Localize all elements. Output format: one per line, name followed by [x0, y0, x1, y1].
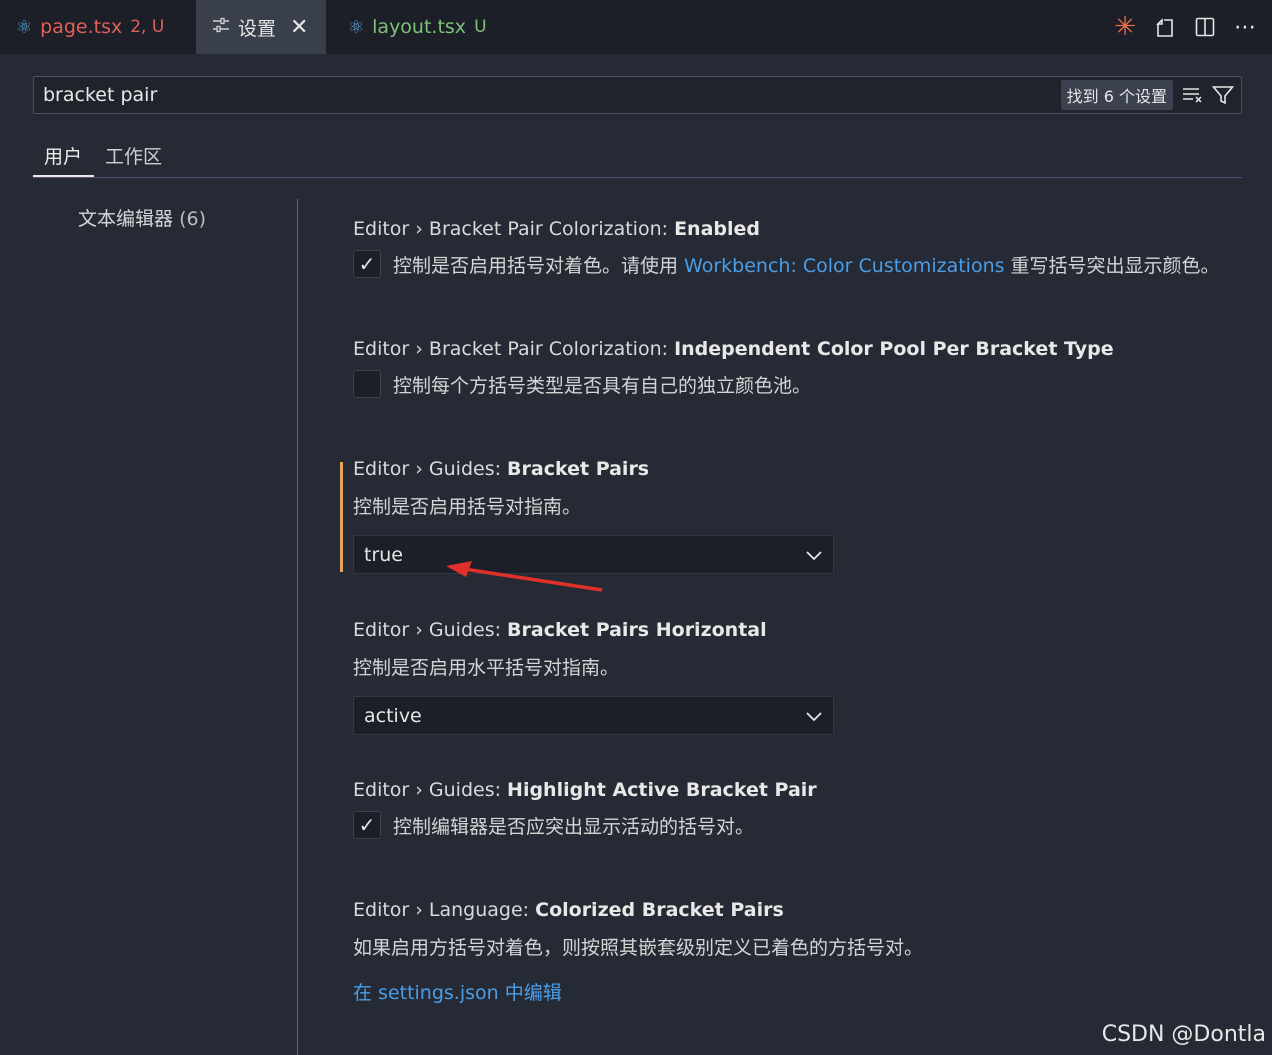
- search-result-count: 找到 6 个设置: [1060, 80, 1173, 110]
- setting-description: 控制是否启用括号对着色。请使用 Workbench: Color Customi…: [393, 254, 1220, 277]
- setting-description: 控制是否启用括号对指南。: [353, 496, 582, 518]
- settings-search-input[interactable]: [34, 77, 1061, 113]
- highlight-active-checkbox[interactable]: ✓: [353, 811, 381, 839]
- toc-label: 文本编辑器: [78, 208, 174, 230]
- setting-bracket-pair-colorization-enabled: Editor › Bracket Pair Colorization: Enab…: [353, 218, 1220, 278]
- filter-icon[interactable]: [1211, 83, 1235, 107]
- tab-workspace[interactable]: 工作区: [94, 134, 174, 177]
- toc-divider: [297, 199, 298, 1055]
- settings-scope-tabs: 用户 工作区: [33, 134, 1242, 178]
- clear-filter-icon[interactable]: [1181, 83, 1205, 107]
- setting-description: 控制是否启用水平括号对指南。: [353, 657, 620, 679]
- tab-badge: U: [474, 17, 487, 37]
- modified-indicator: [340, 462, 343, 572]
- check-icon: ✓: [358, 252, 376, 276]
- spark-icon[interactable]: ✳: [1112, 12, 1138, 42]
- edit-in-settings-json-link[interactable]: 在 settings.json 中编辑: [353, 978, 562, 1005]
- enabled-checkbox[interactable]: ✓: [353, 250, 381, 278]
- tab-page-tsx[interactable]: ⚛ page.tsx 2, U: [0, 0, 196, 54]
- annotation-arrow: [446, 561, 603, 592]
- open-json-icon[interactable]: [1152, 14, 1178, 40]
- settings-search-box: 找到 6 个设置: [33, 76, 1242, 114]
- setting-description: 如果启用方括号对着色，则按照其嵌套级别定义已着色的方括号对。: [353, 937, 924, 959]
- watermark: CSDN @Dontla: [1101, 1022, 1266, 1047]
- bracket-pairs-horizontal-select[interactable]: active: [353, 696, 834, 735]
- tab-settings[interactable]: 设置 ✕: [196, 0, 326, 54]
- tab-user[interactable]: 用户: [33, 134, 95, 177]
- split-editor-icon[interactable]: [1192, 14, 1218, 40]
- editor-tab-bar: ⚛ page.tsx 2, U 设置 ✕ ⚛ layout.tsx U ✳ ⋯: [0, 0, 1272, 54]
- setting-guides-bracket-pairs-horizontal: Editor › Guides: Bracket Pairs Horizonta…: [353, 619, 834, 735]
- setting-independent-color-pool: Editor › Bracket Pair Colorization: Inde…: [353, 338, 1114, 398]
- chevron-down-icon: [805, 705, 823, 727]
- setting-title: Editor › Bracket Pair Colorization: Enab…: [353, 218, 760, 240]
- editor-actions: ✳ ⋯: [1112, 0, 1258, 54]
- setting-title: Editor › Bracket Pair Colorization: Inde…: [353, 338, 1114, 360]
- select-value: active: [364, 704, 422, 727]
- tab-badge: 2, U: [130, 17, 165, 37]
- react-icon: ⚛: [348, 16, 365, 38]
- setting-highlight-active-bracket-pair: Editor › Guides: Highlight Active Bracke…: [353, 779, 817, 839]
- select-value: true: [364, 543, 403, 566]
- check-icon: ✓: [358, 813, 376, 837]
- setting-title: Editor › Guides: Highlight Active Bracke…: [353, 779, 817, 801]
- setting-title: Editor › Guides: Bracket Pairs Horizonta…: [353, 619, 767, 641]
- react-icon: ⚛: [16, 16, 33, 38]
- chevron-down-icon: [805, 544, 823, 566]
- independent-pool-checkbox[interactable]: [353, 370, 381, 398]
- toc-item-text-editor[interactable]: 文本编辑器 (6): [78, 204, 206, 231]
- close-icon[interactable]: ✕: [290, 15, 308, 40]
- setting-title: Editor › Guides: Bracket Pairs: [353, 458, 650, 480]
- toc-count: (6): [179, 208, 206, 230]
- setting-title: Editor › Language: Colorized Bracket Pai…: [353, 899, 784, 921]
- workbench-color-link[interactable]: Workbench: Color Customizations: [684, 255, 1004, 277]
- tab-label: 设置: [238, 17, 277, 40]
- setting-description: 控制每个方括号类型是否具有自己的独立颜色池。: [393, 374, 812, 397]
- tab-label: layout.tsx: [372, 16, 467, 38]
- setting-description: 控制编辑器是否应突出显示活动的括号对。: [393, 815, 755, 838]
- tab-label: page.tsx: [40, 16, 123, 38]
- setting-colorized-bracket-pairs: Editor › Language: Colorized Bracket Pai…: [353, 899, 923, 1005]
- tab-layout-tsx[interactable]: ⚛ layout.tsx U: [326, 0, 518, 54]
- more-actions-icon[interactable]: ⋯: [1232, 14, 1258, 40]
- settings-sliders-icon: [212, 16, 230, 39]
